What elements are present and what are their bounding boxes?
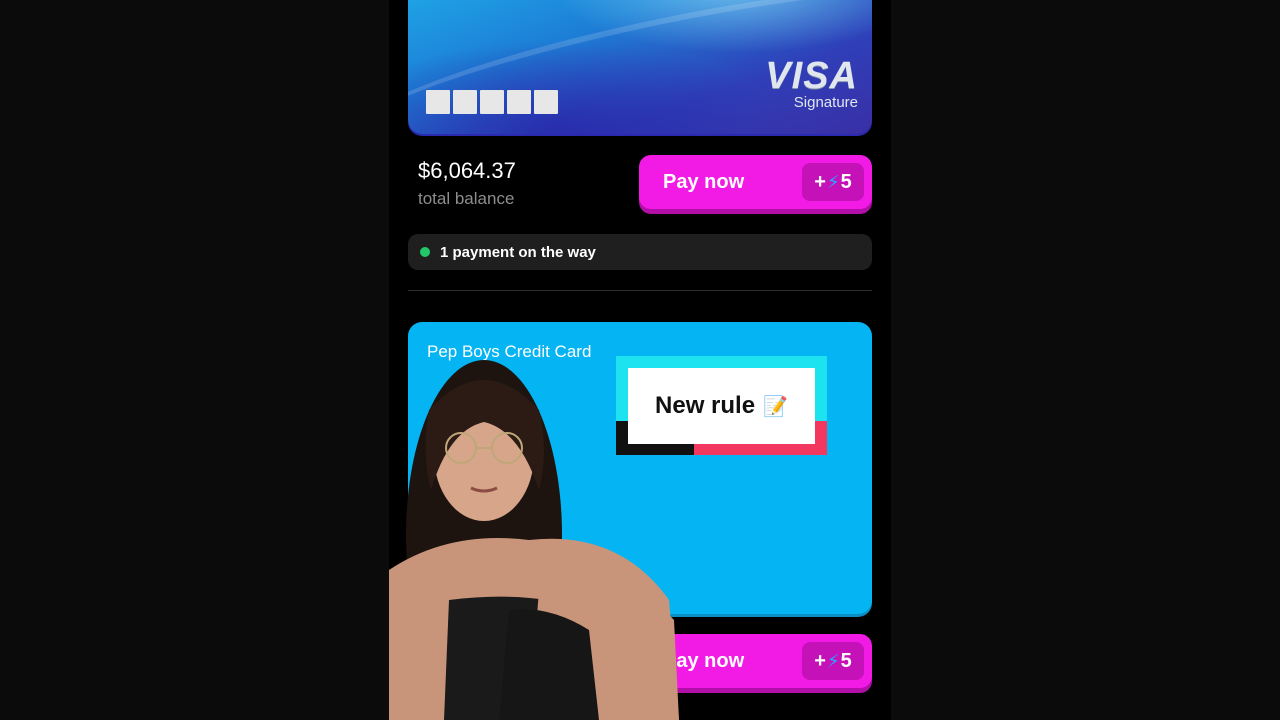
payment-status-text: 1 payment on the way <box>440 243 596 261</box>
lightning-icon: ⚡ <box>826 650 840 671</box>
app-screen: VISA Signature $6,064.37 total balance P… <box>389 0 891 720</box>
balance-label: total balance <box>418 189 515 208</box>
pay-now-label: Pay now <box>663 170 745 193</box>
bonus-value: 5 <box>840 170 852 193</box>
visa-brand: VISA <box>765 55 858 97</box>
section-divider <box>408 290 872 291</box>
balance-block: $6,064.37 total balance <box>418 157 516 209</box>
bonus-value-2: 5 <box>840 649 852 672</box>
bonus-prefix: + <box>814 170 826 193</box>
status-dot-icon <box>420 247 430 257</box>
bonus-badge-2: + ⚡ 5 <box>802 642 864 680</box>
masked-card-number <box>426 90 558 114</box>
visa-card-image[interactable]: VISA Signature <box>408 0 872 134</box>
pay-now-label-2: Pay now <box>663 649 745 672</box>
payment-status-pill[interactable]: 1 payment on the way <box>408 234 872 270</box>
bonus-badge: + ⚡ 5 <box>802 163 864 201</box>
pay-now-button[interactable]: Pay now + ⚡ 5 <box>639 155 872 209</box>
card-name: Pep Boys Credit Card <box>427 342 592 361</box>
balance-amount: $6,064.37 <box>418 158 516 183</box>
bonus-prefix-2: + <box>814 649 826 672</box>
visa-logo: VISA Signature <box>765 55 858 111</box>
pay-now-button-2[interactable]: Pay now + ⚡ 5 <box>639 634 872 688</box>
memo-icon: 📝 <box>763 395 788 418</box>
presenter-video-overlay <box>389 360 679 720</box>
lightning-icon: ⚡ <box>826 171 840 192</box>
